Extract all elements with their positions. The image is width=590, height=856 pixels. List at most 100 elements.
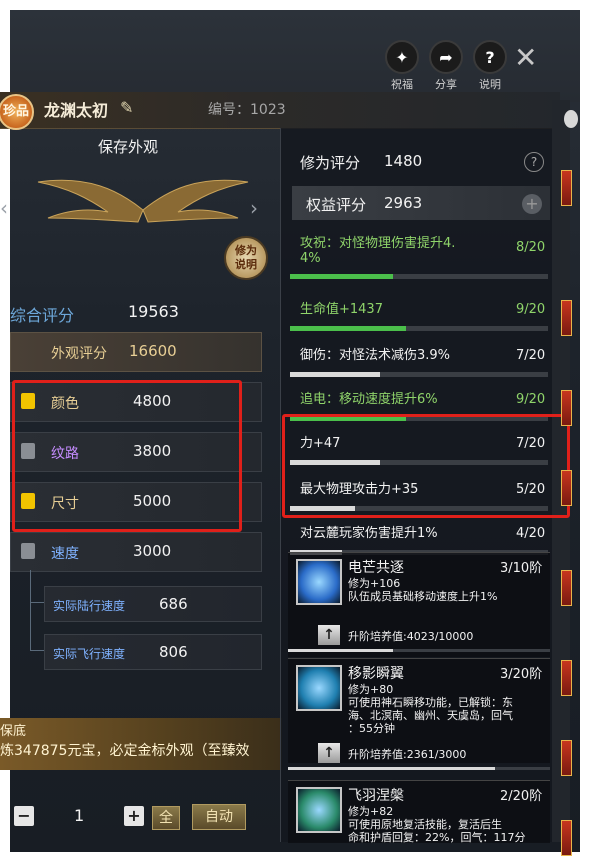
save-appearance-button[interactable]: 保存外观: [98, 136, 158, 157]
appearance-score-label: 外观评分: [51, 346, 107, 362]
stat-progress-fill: [290, 372, 381, 377]
share-icon: ➦: [429, 40, 463, 74]
stat-level: 7/20: [516, 348, 546, 363]
stat-text: 追电：移动速度提升6%: [300, 392, 438, 407]
item-name: 龙渊太初: [44, 101, 109, 120]
fly-speed-row: 实际飞行速度 806: [44, 634, 262, 670]
stat-level: 9/20: [516, 302, 546, 317]
skill-card[interactable]: 电芒共逐 3/10阶 修为+106 队伍成员基础移动速度上升1% ↑ 升阶培养值:4023…: [288, 552, 550, 657]
explain-badge-label: 修为说明: [235, 244, 257, 271]
side-tab-item[interactable]: [561, 570, 572, 606]
attr-value: 3000: [133, 542, 172, 560]
land-speed-row: 实际陆行速度 686: [44, 586, 262, 622]
side-tab-item[interactable]: [561, 740, 572, 776]
land-speed-value: 686: [159, 595, 188, 613]
side-tab-item[interactable]: [561, 170, 572, 206]
annotation-box-left: [12, 380, 242, 532]
appearance-score-row: 外观评分 16600: [10, 332, 262, 372]
cultivation-help-icon[interactable]: ?: [524, 152, 544, 172]
land-speed-label: 实际陆行速度: [53, 599, 126, 613]
stat-progress-bar: [290, 326, 548, 331]
blessing-button[interactable]: ✦ 祝福: [384, 40, 420, 91]
auto-button[interactable]: 自动: [192, 804, 246, 830]
skill-desc-line: 可使用原地复活技能，复活后生: [348, 818, 502, 831]
upgrade-arrow-icon[interactable]: ↑: [318, 743, 340, 763]
cultivation-score-value: 1480: [384, 152, 423, 170]
upgrade-progress-fill: [288, 767, 495, 770]
side-menu-icon[interactable]: [564, 110, 578, 128]
upgrade-progress-fill: [288, 649, 393, 652]
fly-speed-label: 实际飞行速度: [53, 647, 126, 661]
side-tab-item[interactable]: [561, 390, 572, 426]
skill-desc-line: 可使用神石瞬移功能，已解锁：东: [348, 696, 513, 709]
cultivation-explain-button[interactable]: 修为说明: [224, 236, 268, 280]
stat-progress-bar: [290, 274, 548, 279]
skill-desc-line: 命和护盾回复：22%，回气：117分: [348, 831, 526, 844]
skill-desc-line: 队伍成员基础移动速度上升1%: [348, 590, 498, 603]
all-button[interactable]: 全: [152, 806, 180, 830]
guarantee-title: 保底: [0, 724, 27, 739]
upgrade-progress-text: 升阶培养值:2361/3000: [348, 748, 467, 761]
help-label: 说明: [479, 78, 501, 91]
skill-icon: [296, 559, 342, 605]
skill-card[interactable]: 移影瞬翼 3/20阶修为+80 可使用神石瞬移功能，已解锁：东 海、北溟南、幽州、天虞…: [288, 658, 550, 770]
skill-rank: 2/20阶: [500, 789, 543, 804]
blessing-label: 祝福: [391, 78, 413, 91]
tree-line: [30, 650, 44, 651]
guarantee-text: 炼347875元宝，必定金标外观（至臻效: [0, 743, 250, 759]
skill-name: 飞羽涅槃: [348, 788, 404, 804]
stat-row: 攻祝：对怪物理伤害提升4. 4% 8/20: [290, 232, 552, 279]
skill-desc-line: 修为+106: [348, 577, 401, 590]
upgrade-progress-bar: [288, 649, 550, 652]
side-tab-item[interactable]: [561, 300, 572, 336]
serial-number: 编号：1023: [208, 102, 286, 118]
attr-row-speed[interactable]: 速度 3000: [10, 532, 262, 572]
skill-icon: [296, 665, 342, 711]
skill-desc-line: 修为+80: [348, 683, 394, 696]
rename-brush-icon[interactable]: ✎: [120, 98, 140, 118]
decrease-button[interactable]: −: [14, 806, 34, 826]
equity-score-label: 权益评分: [306, 196, 367, 214]
skill-icon: [296, 787, 342, 833]
share-button[interactable]: ➦ 分享: [428, 40, 464, 91]
stat-progress-bar: [290, 372, 548, 377]
upgrade-progress-bar: [288, 767, 550, 770]
tree-line: [30, 602, 44, 603]
stat-text: 御伤：对怪法术减伤3.9%: [300, 348, 451, 363]
skill-card[interactable]: 飞羽涅槃 2/20阶修为+82 可使用原地复活技能，复活后生 命和护盾回复：22%，回…: [288, 780, 550, 844]
increase-button[interactable]: +: [124, 806, 144, 826]
equity-expand-icon[interactable]: +: [522, 194, 542, 214]
stat-progress-fill: [290, 274, 394, 279]
stat-level: 4/20: [516, 526, 546, 541]
side-tab-item[interactable]: [561, 470, 572, 506]
side-tab-item[interactable]: [561, 820, 572, 856]
stat-text: 对云麓玩家伤害提升1%: [300, 526, 438, 541]
stat-row: 生命值+1437 9/20: [290, 294, 552, 334]
skill-rank: 3/20阶: [500, 667, 543, 682]
skill-name: 电芒共逐: [348, 560, 404, 576]
share-label: 分享: [435, 78, 457, 91]
stat-progress-fill: [290, 326, 407, 331]
appearance-score-value: 16600: [129, 342, 177, 360]
skill-desc-line: 修为+82: [348, 805, 394, 818]
quantity-value: 1: [74, 806, 85, 825]
stat-level: 9/20: [516, 392, 546, 407]
total-score-label: 综合评分: [10, 306, 75, 325]
upgrade-arrow-icon[interactable]: ↑: [318, 625, 340, 645]
prev-arrow-icon[interactable]: ‹: [0, 196, 8, 220]
unlock-icon[interactable]: [21, 543, 35, 559]
tree-line: [30, 570, 31, 650]
help-icon: ?: [473, 40, 507, 74]
help-button[interactable]: ? 说明: [472, 40, 508, 91]
skill-name: 移影瞬翼: [348, 666, 404, 682]
skill-desc-line: ：55分钟: [348, 722, 395, 735]
skill-rank: 3/10阶: [500, 561, 543, 576]
cultivation-score-label: 修为评分: [300, 154, 361, 172]
skill-desc-line: 海、北溟南、幽州、天虞岛，回气: [348, 709, 513, 722]
stat-text: 攻祝：对怪物理伤害提升4. 4%: [300, 236, 456, 266]
close-icon[interactable]: ✕: [514, 44, 542, 72]
stat-text: 生命值+1437: [300, 302, 383, 317]
annotation-box-right: [282, 414, 570, 518]
side-tab-item[interactable]: [561, 660, 572, 696]
stat-row: 御伤：对怪法术减伤3.9% 7/20: [290, 340, 552, 380]
